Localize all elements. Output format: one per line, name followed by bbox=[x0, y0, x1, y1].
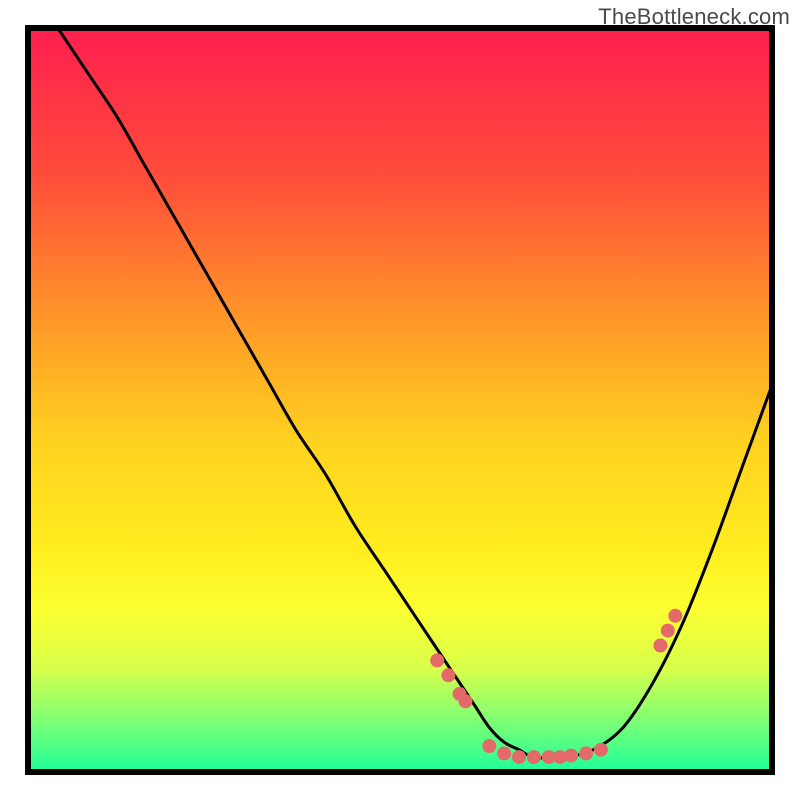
marker-point bbox=[564, 749, 578, 763]
marker-point bbox=[527, 750, 541, 764]
gradient-background bbox=[28, 28, 772, 772]
marker-point bbox=[441, 668, 455, 682]
marker-point bbox=[653, 639, 667, 653]
marker-point bbox=[594, 743, 608, 757]
marker-point bbox=[482, 739, 496, 753]
marker-point bbox=[430, 653, 444, 667]
marker-point bbox=[668, 609, 682, 623]
marker-point bbox=[579, 746, 593, 760]
marker-point bbox=[497, 746, 511, 760]
chart-container: TheBottleneck.com bbox=[0, 0, 800, 800]
chart-svg bbox=[0, 0, 800, 800]
marker-point bbox=[661, 624, 675, 638]
marker-point bbox=[512, 750, 526, 764]
plot-area bbox=[28, 28, 772, 772]
watermark-text: TheBottleneck.com bbox=[598, 4, 790, 30]
marker-point bbox=[459, 694, 473, 708]
